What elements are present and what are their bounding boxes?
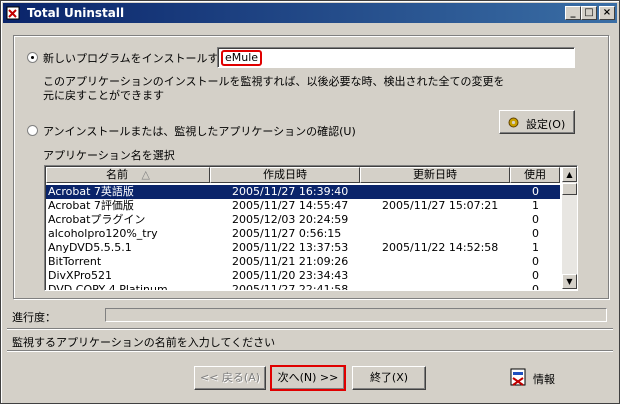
status-text: 監視するアプリケーションの名前を入力してください [12,336,276,349]
cell-created: 2005/11/27 14:55:47 [232,199,349,212]
table-row[interactable]: Acrobat 7英語版 2005/11/27 16:39:40 0 [46,185,560,199]
scroll-down-button[interactable]: ▼ [562,274,577,289]
scroll-up-button[interactable]: ▲ [562,167,577,182]
cell-used: 0 [532,283,539,291]
sort-ascending-icon: △ [141,168,150,181]
info-button[interactable]: 情報 [506,365,576,391]
cell-name: Acrobat 7英語版 [48,185,134,198]
install-radio-label[interactable]: 新しいプログラムをインストールする(I) [43,50,241,66]
column-name-label: 名前 [106,168,129,181]
settings-button[interactable]: 設定(O) [499,110,575,134]
title-bar: Total Uninstall _ □ × [3,3,617,23]
divider [7,328,613,330]
cell-used: 1 [532,199,539,212]
cell-created: 2005/11/21 21:09:26 [232,255,349,268]
list-scrollbar[interactable]: ▲ ▼ [562,167,577,289]
table-row[interactable]: alcoholpro120%_try 2005/11/27 0:56:15 0 [46,227,560,241]
cell-used: 0 [532,185,539,198]
progress-label: 進行度： [12,311,56,324]
cell-used: 1 [532,241,539,254]
cell-created: 2005/11/20 23:34:43 [232,269,349,282]
select-app-label: アプリケーション名を選択 [43,149,175,162]
table-row[interactable]: Acrobat 7評価版 2005/11/27 14:55:47 2005/11/2… [46,199,560,213]
cell-updated: 2005/11/27 15:07:21 [382,199,499,212]
cell-used: 0 [532,213,539,226]
next-button[interactable]: 次へ(N) >> [270,365,346,391]
cell-name: DivXPro521 [48,269,113,282]
cell-name: AnyDVD5.5.5.1 [48,241,132,254]
table-row[interactable]: AnyDVD5.5.5.1 2005/11/22 13:37:53 2005/11/… [46,241,560,255]
cell-updated: 2005/11/22 14:52:58 [382,241,499,254]
table-row[interactable]: BitTorrent 2005/11/21 21:09:26 0 [46,255,560,269]
table-row[interactable]: DVD COPY 4 Platinum 2005/11/27 22:41:58 0 [46,283,560,291]
cell-created: 2005/11/27 0:56:15 [232,227,342,240]
scroll-thumb[interactable] [562,183,577,195]
main-window: Total Uninstall _ □ × 新しいプログラムをインストールする(… [0,0,620,404]
gear-icon [508,117,519,128]
list-header: 名前 △ 作成日時 更新日時 使用 [46,167,560,183]
column-updated[interactable]: 更新日時 [360,167,510,183]
close-button[interactable]: × [599,6,615,20]
cell-name: alcoholpro120%_try [48,227,158,240]
app-name-input[interactable]: eMule [217,47,575,68]
minimize-button[interactable]: _ [565,6,581,20]
column-used[interactable]: 使用 [510,167,560,183]
column-name[interactable]: 名前 △ [46,167,210,183]
app-name-value: eMule [221,50,263,66]
cell-created: 2005/12/03 20:24:59 [232,213,349,226]
divider [7,350,613,352]
cell-name: Acrobatプラグイン [48,213,146,226]
cell-name: BitTorrent [48,255,102,268]
install-radio[interactable] [27,52,38,63]
install-description-2: 元に戻すことができます [43,89,164,102]
cell-created: 2005/11/22 13:37:53 [232,241,349,254]
info-label: 情報 [533,373,555,386]
maximize-button[interactable]: □ [581,6,597,20]
cell-created: 2005/11/27 16:39:40 [232,185,349,198]
app-icon [6,6,20,20]
finish-button[interactable]: 終了(X) [352,366,426,390]
application-list[interactable]: 名前 △ 作成日時 更新日時 使用 Acrobat 7英語版 2005/11/27… [44,165,578,291]
table-row[interactable]: Acrobatプラグイン 2005/12/03 20:24:59 0 [46,213,560,227]
cell-used: 0 [532,255,539,268]
uninstall-radio[interactable] [27,125,38,136]
settings-label: 設定(O) [526,118,566,131]
cell-name: DVD COPY 4 Platinum [48,283,168,291]
column-created[interactable]: 作成日時 [210,167,360,183]
cell-created: 2005/11/27 22:41:58 [232,283,349,291]
cell-name: Acrobat 7評価版 [48,199,134,212]
cell-used: 0 [532,227,539,240]
table-row[interactable]: DivXPro521 2005/11/20 23:34:43 0 [46,269,560,283]
window-title: Total Uninstall [27,6,125,20]
back-button[interactable]: << 戻る(A) [194,366,266,390]
uninstall-radio-label[interactable]: アンインストールまたは、監視したアプリケーションの確認(U) [43,123,356,139]
progress-bar [105,308,607,322]
cell-used: 0 [532,269,539,282]
info-icon [510,368,526,386]
